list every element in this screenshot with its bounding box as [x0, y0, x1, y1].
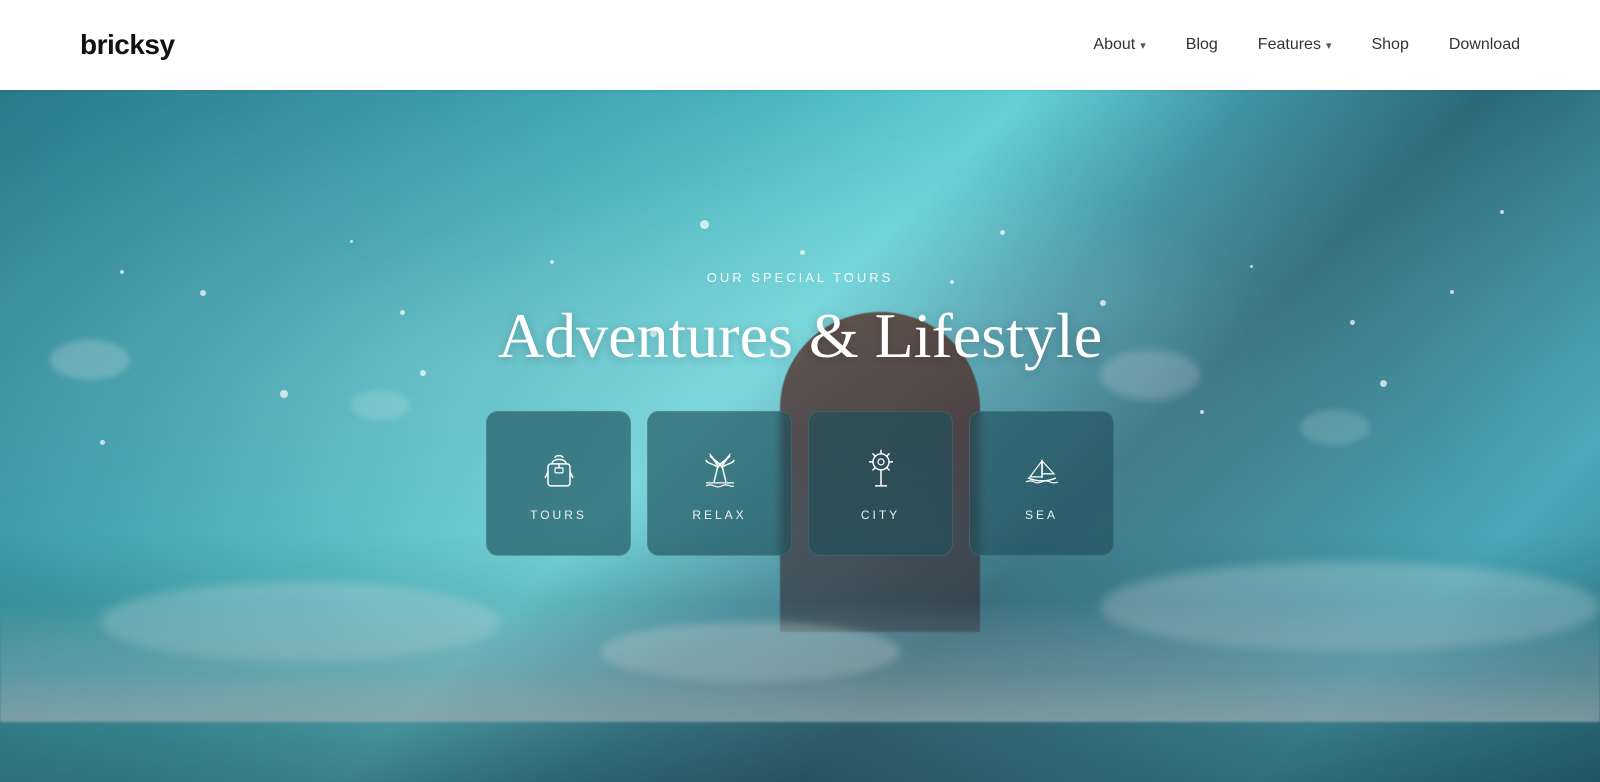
header: bricksy About ▾ Blog Features ▾ Shop Dow… [0, 0, 1600, 90]
splash-particle [280, 390, 288, 398]
splash-blob [1100, 350, 1200, 400]
hero-content: OUR SPECIAL TOURS Adventures & Lifestyle [486, 270, 1114, 556]
splash-blob [350, 390, 410, 420]
tour-card-tours[interactable]: TOURS [486, 411, 631, 556]
splash-particle [700, 220, 709, 229]
hero-section: OUR SPECIAL TOURS Adventures & Lifestyle [0, 90, 1600, 782]
splash-particle [120, 270, 124, 274]
navigation: About ▾ Blog Features ▾ Shop Download [1093, 36, 1520, 54]
splash-particle [420, 370, 426, 376]
lighthouse-icon [857, 446, 905, 494]
hero-bottom-gradient [0, 532, 1600, 782]
tour-card-sea[interactable]: SEA [969, 411, 1114, 556]
splash-particle [550, 260, 554, 264]
hero-subtitle: OUR SPECIAL TOURS [486, 270, 1114, 285]
tour-card-city[interactable]: CITY [808, 411, 953, 556]
splash-blob [1300, 410, 1370, 445]
relax-label: RELAX [692, 508, 746, 522]
nav-item-shop[interactable]: Shop [1371, 36, 1408, 54]
tour-card-relax[interactable]: RELAX [647, 411, 792, 556]
nav-item-features[interactable]: Features ▾ [1258, 36, 1332, 54]
nav-item-blog[interactable]: Blog [1186, 36, 1218, 54]
palm-icon [696, 446, 744, 494]
nav-item-about[interactable]: About ▾ [1093, 36, 1145, 54]
splash-particle [1500, 210, 1504, 214]
about-chevron-icon: ▾ [1140, 39, 1146, 52]
tour-cards: TOURS [486, 411, 1114, 556]
hero-title: Adventures & Lifestyle [486, 301, 1114, 371]
logo[interactable]: bricksy [80, 29, 175, 61]
splash-particle [400, 310, 405, 315]
splash-blob [50, 340, 130, 380]
splash-particle [1380, 380, 1387, 387]
nav-item-download[interactable]: Download [1449, 36, 1520, 54]
city-label: CITY [861, 508, 900, 522]
tours-label: TOURS [530, 508, 587, 522]
splash-particle [350, 240, 353, 243]
sailboat-icon [1018, 446, 1066, 494]
splash-particle [200, 290, 206, 296]
backpack-icon [535, 446, 583, 494]
splash-particle [800, 250, 805, 255]
splash-particle [1350, 320, 1355, 325]
splash-particle [1250, 265, 1253, 268]
splash-particle [1450, 290, 1454, 294]
splash-particle [1200, 410, 1204, 414]
features-chevron-icon: ▾ [1326, 39, 1332, 52]
sea-label: SEA [1025, 508, 1058, 522]
splash-particle [100, 440, 105, 445]
splash-particle [1000, 230, 1005, 235]
